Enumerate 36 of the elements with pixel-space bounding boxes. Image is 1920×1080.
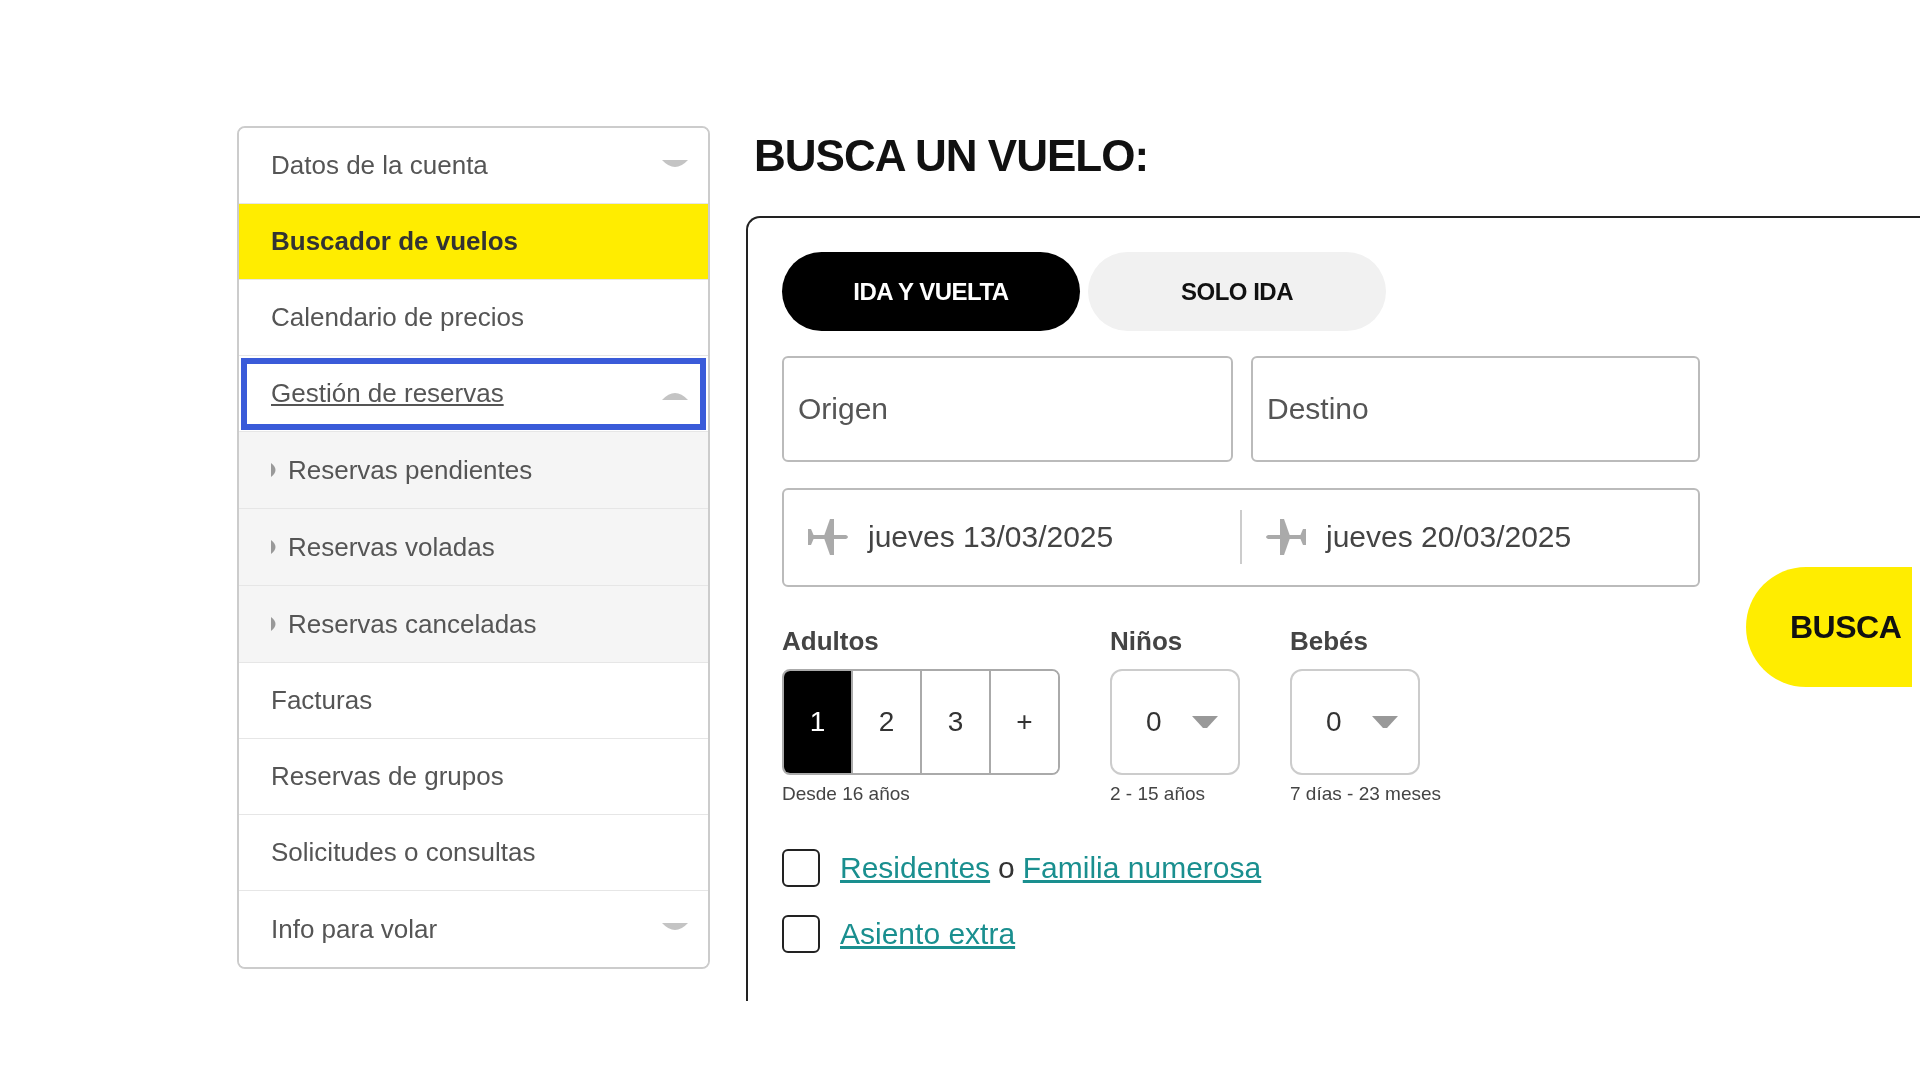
checkbox[interactable] — [782, 914, 820, 953]
menu-item[interactable]: Gestión de reservas — [239, 356, 708, 432]
trip-type-tab[interactable]: IDA Y VUELTA — [782, 252, 1080, 331]
trip-type-tab[interactable]: SOLO IDA — [1088, 252, 1386, 331]
age-hint: 7 días - 23 meses — [1290, 782, 1442, 805]
caret-icon — [1192, 715, 1218, 728]
link[interactable]: Residentes — [840, 850, 991, 885]
page-title: BUSCA UN VUELO: — [754, 130, 1150, 182]
plane-icon — [806, 519, 850, 556]
submenu-item[interactable]: Reservas voladas — [239, 509, 708, 586]
triangle-icon — [271, 463, 278, 477]
checkbox[interactable] — [782, 848, 820, 887]
submenu-item[interactable]: Reservas canceladas — [239, 586, 708, 663]
count-option[interactable]: 1 — [784, 670, 851, 773]
triangle-icon — [271, 540, 278, 554]
count-dropdown[interactable]: 0 — [1110, 668, 1240, 775]
count-option[interactable]: + — [989, 670, 1058, 773]
age-hint: 2 - 15 años — [1110, 782, 1207, 805]
destination-field[interactable]: Destino — [1251, 356, 1700, 462]
option-text: o — [998, 850, 1015, 885]
triangle-icon — [271, 617, 278, 631]
plane-icon — [1264, 519, 1308, 556]
count-dropdown[interactable]: 0 — [1290, 668, 1420, 775]
submenu-item[interactable]: Reservas pendientes — [239, 432, 708, 509]
link[interactable]: Asiento extra — [840, 916, 1016, 951]
age-hint: Desde 16 años — [782, 782, 911, 805]
origin-field[interactable]: Origen — [782, 356, 1233, 462]
menu-item[interactable]: Datos de la cuenta — [239, 128, 708, 204]
field-label: Bebés — [1290, 624, 1370, 657]
field-label: Adultos — [782, 624, 880, 657]
link[interactable]: Familia numerosa — [1022, 850, 1262, 885]
caret-icon — [1372, 715, 1398, 728]
date-field[interactable]: jueves 13/03/2025 jueves 20/03/2025 — [782, 488, 1700, 587]
menu-item[interactable]: Buscador de vuelos — [239, 204, 708, 280]
field-label: Niños — [1110, 624, 1184, 657]
search-button[interactable]: BUSCA — [1746, 567, 1912, 687]
